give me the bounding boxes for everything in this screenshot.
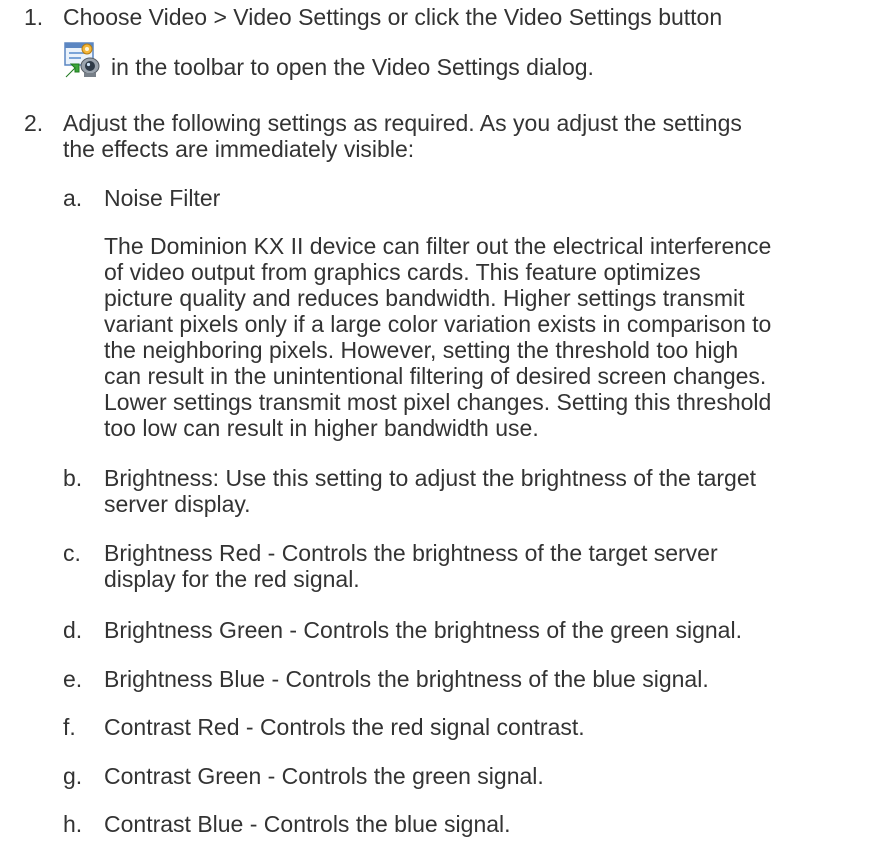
substep-text-line: display for the red signal. — [104, 566, 360, 592]
substep-letter: b. — [63, 465, 83, 491]
substep-letter: f. — [63, 714, 76, 740]
substep-text-line: Brightness Blue - Controls the brightnes… — [104, 666, 709, 692]
substep-text-line: Noise Filter — [104, 185, 221, 211]
substep-text-line: server display. — [104, 491, 251, 517]
substep-text-line: Contrast Blue - Controls the blue signal… — [104, 811, 511, 837]
paragraph-line: too low can result in higher bandwidth u… — [104, 415, 539, 441]
step-text-line: the effects are immediately visible: — [63, 136, 415, 162]
step-text-line: in the toolbar to open the Video Setting… — [111, 54, 594, 80]
substep-letter: d. — [63, 617, 83, 643]
substep-text-line: Brightness Green - Controls the brightne… — [104, 617, 742, 643]
step-text-line: Choose Video > Video Settings or click t… — [63, 4, 723, 30]
substep-letter: g. — [63, 763, 83, 789]
substep-text-line: Contrast Green - Controls the green sign… — [104, 763, 544, 789]
substep-letter: a. — [63, 185, 83, 211]
substep-letter: e. — [63, 666, 83, 692]
substep-letter: h. — [63, 811, 83, 837]
video-settings-icon[interactable] — [63, 40, 103, 80]
step-number: 1. — [24, 4, 44, 30]
substep-letter: c. — [63, 540, 81, 566]
step-number: 2. — [24, 110, 44, 136]
substep-text-line: Contrast Red - Controls the red signal c… — [104, 714, 585, 740]
